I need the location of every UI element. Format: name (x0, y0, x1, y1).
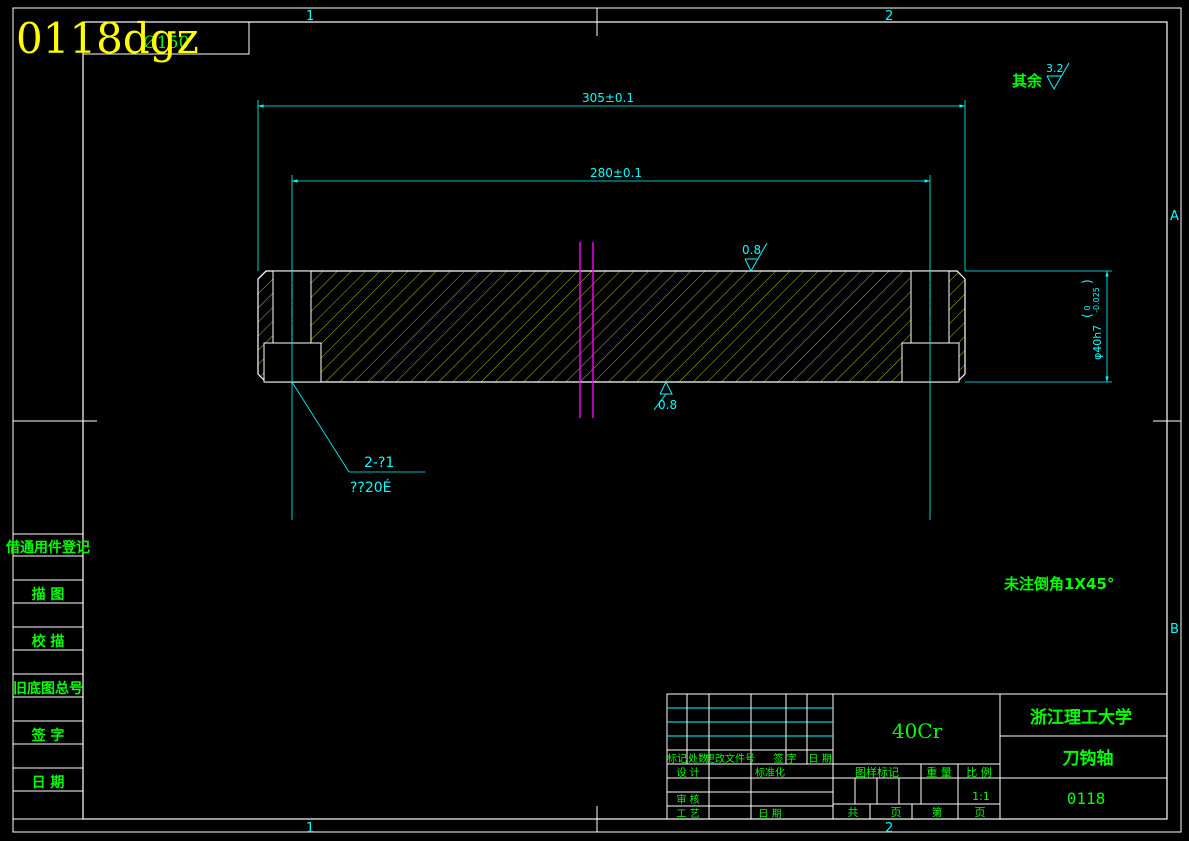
counterbore-left (263, 342, 322, 383)
rev-header-4: 日 期 (808, 753, 831, 765)
zone-label-bottom-2: 2 (885, 821, 893, 836)
dim-tol-lower: -0.025 (1092, 287, 1101, 313)
zone-label-top-2: 2 (885, 9, 893, 24)
review-label: 审 核 (676, 793, 699, 806)
rev-header-0: 标记 (667, 753, 687, 765)
date-label: 日 期 (758, 808, 781, 820)
side-table-item-2: 校 描 (32, 633, 65, 650)
weight-label: 重 量 (926, 765, 952, 779)
side-table-item-1: 描 图 (32, 586, 65, 603)
scale-value: 1:1 (972, 790, 990, 803)
sheet-unit-2: 页 (975, 806, 986, 819)
dim-280-text: 280±0.1 (590, 166, 642, 180)
rev-header-3: 签 字 (773, 752, 796, 765)
zone-label-top-1: 1 (306, 9, 314, 24)
roughness-general-value: 3.2 (1046, 62, 1064, 75)
chamfer-note: 未注倒角1X45° (1003, 575, 1114, 593)
nth-label: 第 (932, 805, 943, 819)
roughness-top-text: 0.8 (742, 243, 761, 257)
dim-diameter-text: φ40h7 (1091, 325, 1104, 360)
inner-frame (82, 21, 1168, 820)
school-text: 浙江理工大学 (1030, 707, 1132, 728)
counterbore-right (901, 342, 960, 383)
side-table-item-4: 签 字 (31, 727, 65, 744)
scale-label: 比 例 (966, 765, 992, 779)
drawing-sheet: 1 2 1 2 A B Ø150 305±0.1 280±0.1 φ40h7 (… (5, 7, 1182, 836)
side-table-item-0: 借通用件登记 (5, 539, 90, 556)
part-body (257, 270, 966, 383)
zone-label-a: A (1170, 209, 1179, 224)
drawing-no-text: 0118 (1067, 789, 1106, 808)
dim-paren-open: ( (1080, 313, 1094, 318)
hole-count-text: 2-?1 (364, 455, 394, 471)
dim-305-text: 305±0.1 (582, 91, 634, 105)
hole-leader (291, 381, 350, 473)
standardize-label: 标准化 (755, 766, 785, 779)
design-label: 设 计 (676, 766, 699, 779)
outer-frame (12, 7, 1182, 833)
side-table-item-5: 日 期 (32, 775, 65, 791)
material-text: 40Cr (892, 719, 943, 743)
zone-label-b: B (1170, 622, 1179, 637)
dim-tol-upper: 0 (1083, 305, 1092, 310)
side-table-item-3: 旧底图总号 (13, 680, 83, 697)
roughness-bottom-text: 0.8 (658, 398, 677, 412)
part-name-text: 刀钩轴 (1063, 748, 1114, 769)
sheet-unit-1: 页 (891, 806, 902, 819)
roughness-general-label: 其余 (1012, 72, 1043, 90)
stage-label: 图样标记 (855, 765, 899, 779)
dim-paren-close: ) (1080, 279, 1094, 284)
process-label: 工 艺 (676, 808, 699, 820)
watermark-text: 0118dgz (16, 14, 199, 63)
hole-spec-text: ??20É (350, 479, 392, 496)
zone-label-bottom-1: 1 (306, 821, 314, 836)
rev-header-2: 更改文件号 (705, 752, 755, 765)
total-label: 共 (848, 806, 859, 819)
